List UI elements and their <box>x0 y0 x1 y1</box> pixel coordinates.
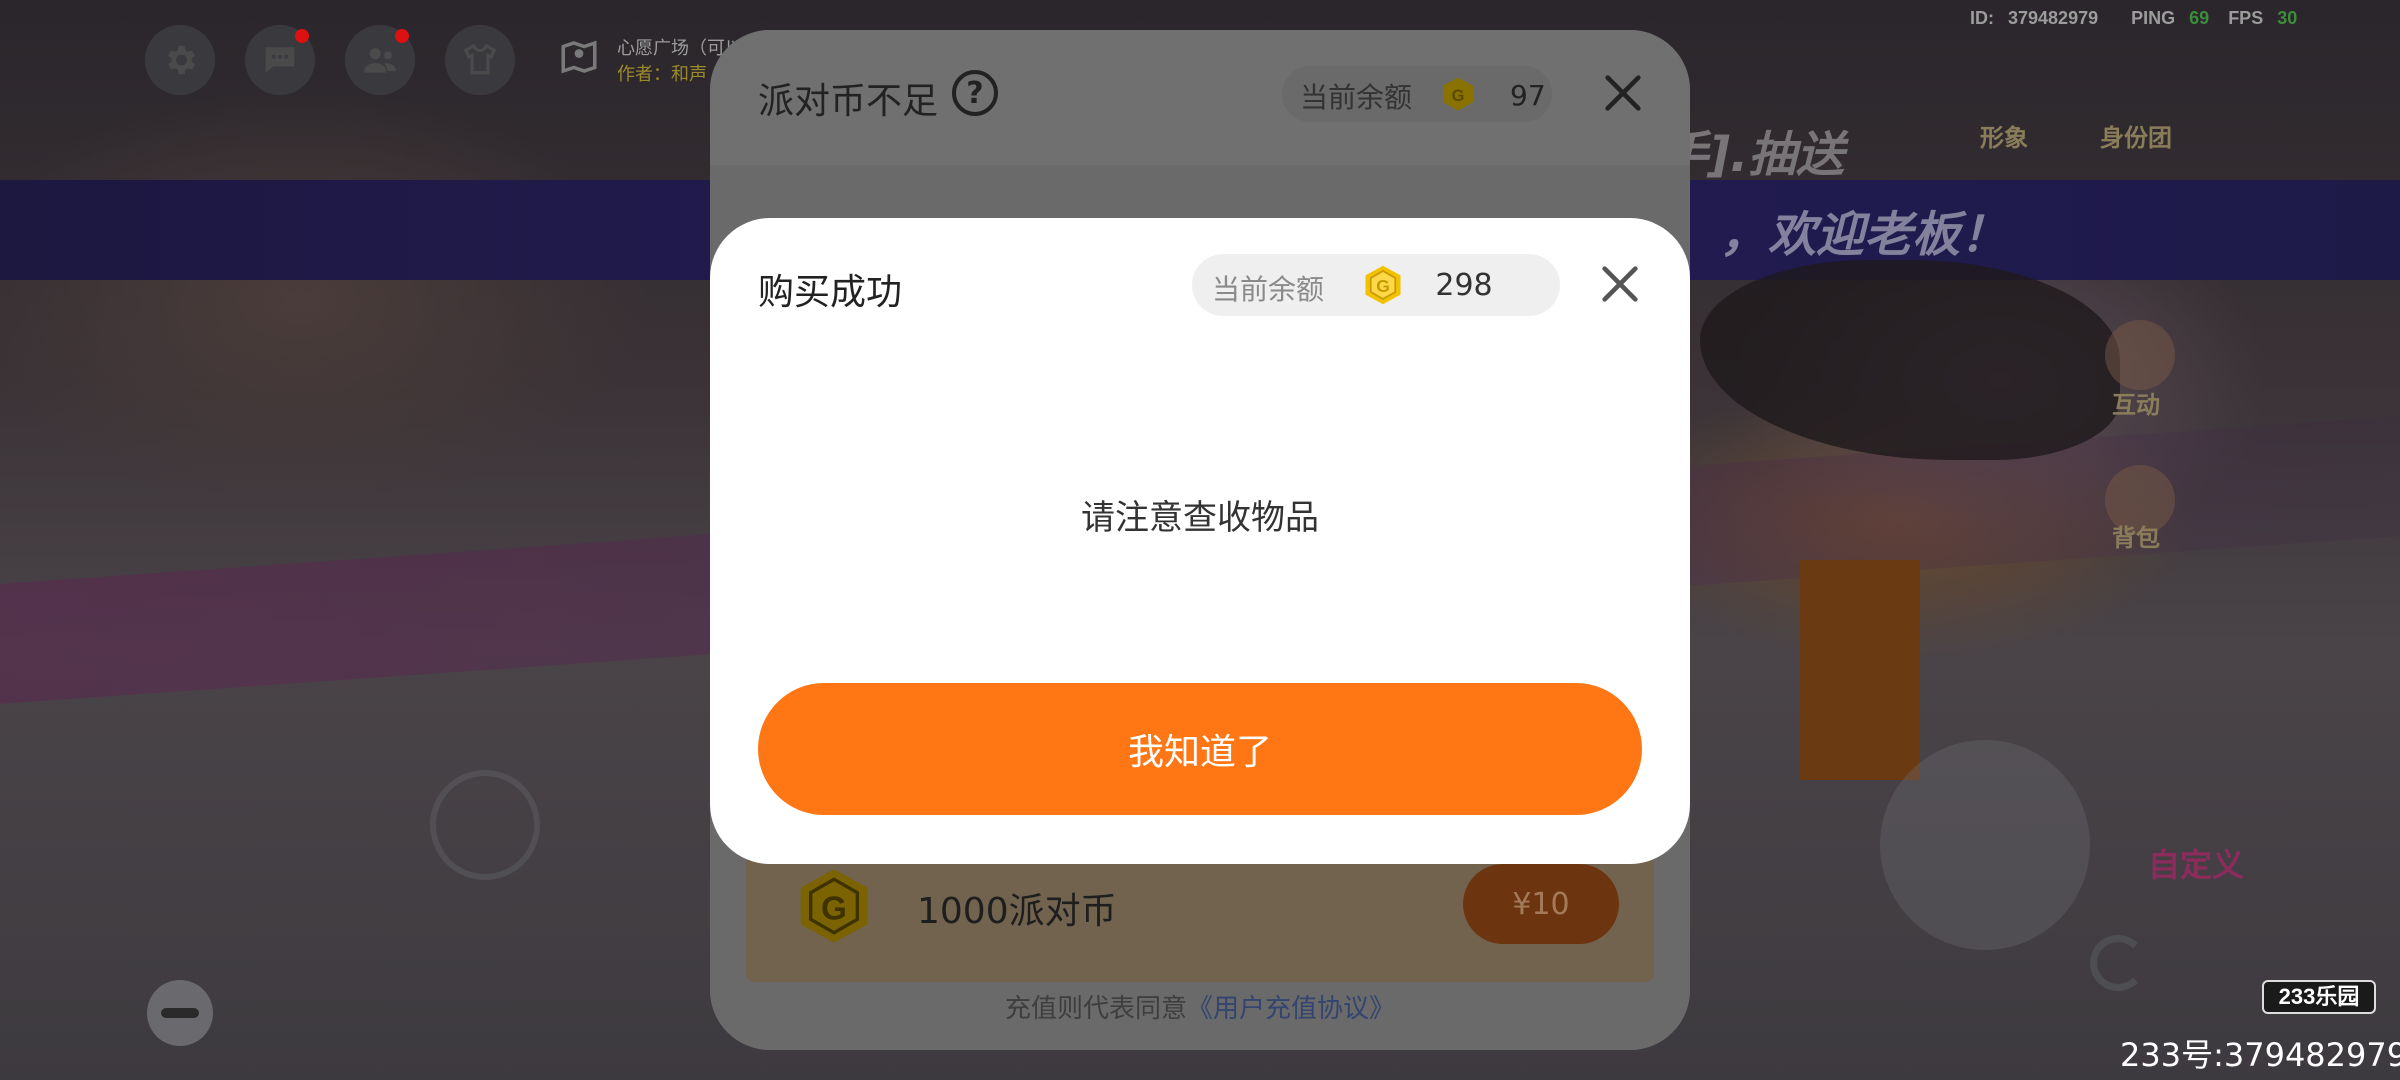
agreement-prefix: 充值则代表同意 <box>1004 994 1187 1024</box>
reload-icon[interactable] <box>2090 935 2146 991</box>
svg-text:G: G <box>1452 87 1465 105</box>
confirm-button[interactable]: 我知道了 <box>758 683 1642 815</box>
back-close-icon[interactable] <box>1600 70 1646 116</box>
coin-icon: G <box>1365 265 1401 305</box>
action-button[interactable] <box>1880 740 2090 950</box>
friends-button[interactable] <box>345 25 415 95</box>
chat-notification-dot <box>295 29 309 43</box>
back-balance-value: 97 <box>1510 79 1546 112</box>
interact-button[interactable]: 互动 <box>2112 385 2160 420</box>
svg-text:G: G <box>821 890 847 927</box>
watermark-text: 233号:379482979 <box>2120 1036 2400 1074</box>
back-balance-label: 当前余额 <box>1300 81 1413 114</box>
coin-pack-price-button[interactable]: ¥10 <box>1463 864 1619 944</box>
interact-icon[interactable] <box>2105 320 2175 390</box>
identity-button[interactable]: 身份团 <box>2100 118 2172 153</box>
help-icon[interactable]: ? <box>952 70 998 116</box>
perf-stats: ID: 379482979 PING 69 FPS 30 <box>1970 8 2311 29</box>
fps-label: FPS <box>2228 8 2264 28</box>
close-icon[interactable] <box>1597 261 1643 307</box>
joystick[interactable] <box>430 770 540 880</box>
coin-pack-label: 1000派对币 <box>917 891 1117 932</box>
agreement-text: 充值则代表同意《用户充值协议》 <box>710 988 1690 1025</box>
backpack-button[interactable]: 背包 <box>2112 518 2160 553</box>
ping-value: 69 <box>2189 8 2210 28</box>
scene-banner-text: ，欢迎老板！ <box>1720 207 2009 263</box>
fps-value: 30 <box>2277 8 2298 28</box>
scene-post <box>1800 560 1920 780</box>
dialog-title: 购买成功 <box>758 272 903 313</box>
scene-dragon <box>1700 260 2120 460</box>
outfit-icon <box>463 43 497 75</box>
minus-button[interactable] <box>147 980 213 1046</box>
ping-label: PING <box>2131 8 2176 28</box>
custom-button[interactable]: 自定义 <box>2148 840 2244 886</box>
platform-logo: 233乐园 <box>2262 980 2376 1014</box>
chat-icon <box>265 47 295 73</box>
svg-text:G: G <box>1376 276 1390 296</box>
pack-coin-icon: G <box>800 869 868 943</box>
outfit-button[interactable] <box>445 25 515 95</box>
id-label: ID: <box>1970 8 1994 28</box>
minus-icon <box>161 1008 199 1018</box>
settings-button[interactable] <box>145 25 215 95</box>
purchase-success-dialog: 购买成功 当前余额 G 298 请注意查收物品 我知道了 <box>710 218 1690 864</box>
friends-icon <box>364 48 396 73</box>
balance-pill: 当前余额 G 298 <box>1192 254 1560 316</box>
coin-icon: G <box>1443 77 1473 111</box>
agreement-link[interactable]: 《用户充值协议》 <box>1187 994 1395 1024</box>
balance-value: 298 <box>1435 268 1493 303</box>
location-icon[interactable] <box>558 36 600 78</box>
dialog-message: 请注意查收物品 <box>1081 498 1319 538</box>
player-id: 379482979 <box>2008 8 2099 28</box>
back-dialog-title: 派对币不足 <box>758 81 939 122</box>
location-author: 作者：和声 <box>617 64 707 85</box>
chat-button[interactable] <box>245 25 315 95</box>
settings-icon <box>167 45 196 75</box>
friends-notification-dot <box>395 29 409 43</box>
balance-label: 当前余额 <box>1212 273 1325 306</box>
appearance-button[interactable]: 形象 <box>1980 118 2028 153</box>
